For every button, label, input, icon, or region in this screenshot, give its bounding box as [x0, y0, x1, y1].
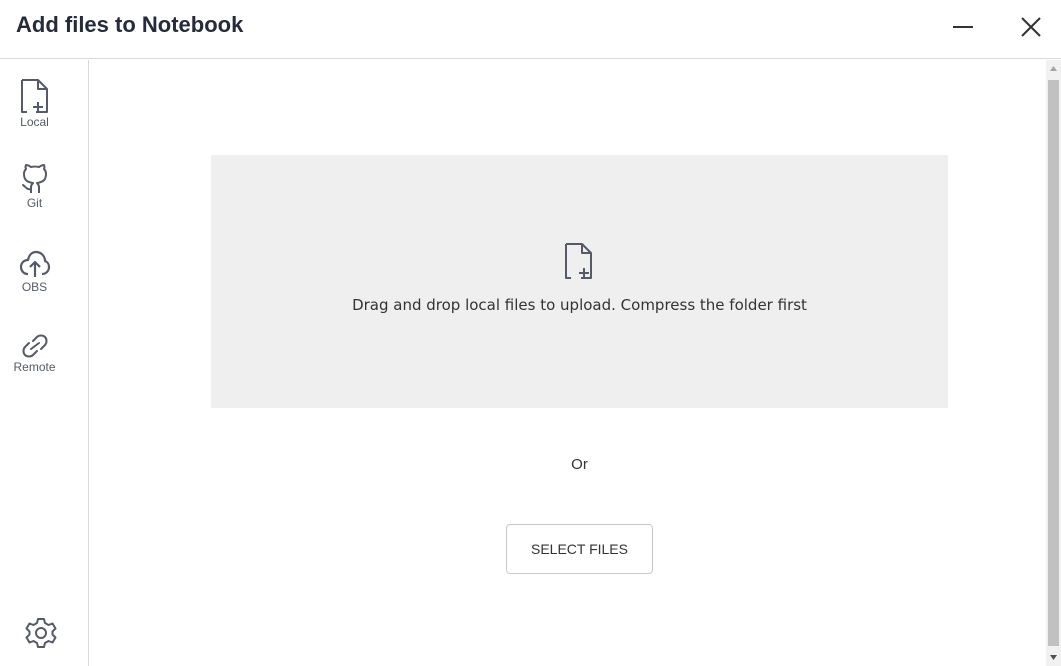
- sidebar-item-label: Git: [26, 196, 43, 210]
- close-icon: [1021, 17, 1041, 37]
- file-add-icon: [20, 79, 48, 113]
- arrow-up-icon: [1050, 66, 1057, 71]
- file-dropzone[interactable]: Drag and drop local files to upload. Com…: [211, 155, 948, 408]
- sidebar-item-obs[interactable]: OBS: [0, 247, 79, 294]
- scrollbar-thumb[interactable]: [1048, 80, 1059, 646]
- close-button[interactable]: [1014, 10, 1048, 44]
- sidebar: Local Git OBS Remote: [0, 60, 89, 666]
- arrow-down-icon: [1050, 655, 1057, 660]
- dialog-header: Add files to Notebook: [0, 0, 1061, 59]
- link-icon: [22, 334, 47, 358]
- file-add-icon: [565, 243, 592, 279]
- sidebar-item-label: OBS: [21, 280, 48, 294]
- vertical-scrollbar[interactable]: [1046, 60, 1061, 666]
- select-files-button[interactable]: SELECT FILES: [506, 524, 653, 574]
- cloud-upload-icon: [19, 250, 50, 277]
- scroll-up-button[interactable]: [1046, 60, 1061, 77]
- sidebar-item-label: Local: [20, 115, 49, 129]
- sidebar-item-git[interactable]: Git: [0, 163, 79, 210]
- dropzone-text: Drag and drop local files to upload. Com…: [352, 296, 807, 314]
- sidebar-item-label: Remote: [13, 360, 56, 374]
- minimize-icon: [953, 26, 973, 28]
- scroll-down-button[interactable]: [1046, 649, 1061, 666]
- settings-button[interactable]: [24, 616, 58, 650]
- gear-icon: [25, 618, 57, 648]
- sidebar-item-local[interactable]: Local: [0, 78, 79, 129]
- add-files-dialog: Add files to Notebook Local Git OBS Remo…: [0, 0, 1061, 666]
- sidebar-item-remote[interactable]: Remote: [0, 333, 79, 374]
- minimize-button[interactable]: [946, 10, 980, 44]
- github-icon: [21, 164, 47, 193]
- dialog-title: Add files to Notebook: [16, 12, 244, 37]
- or-separator: Or: [571, 456, 588, 473]
